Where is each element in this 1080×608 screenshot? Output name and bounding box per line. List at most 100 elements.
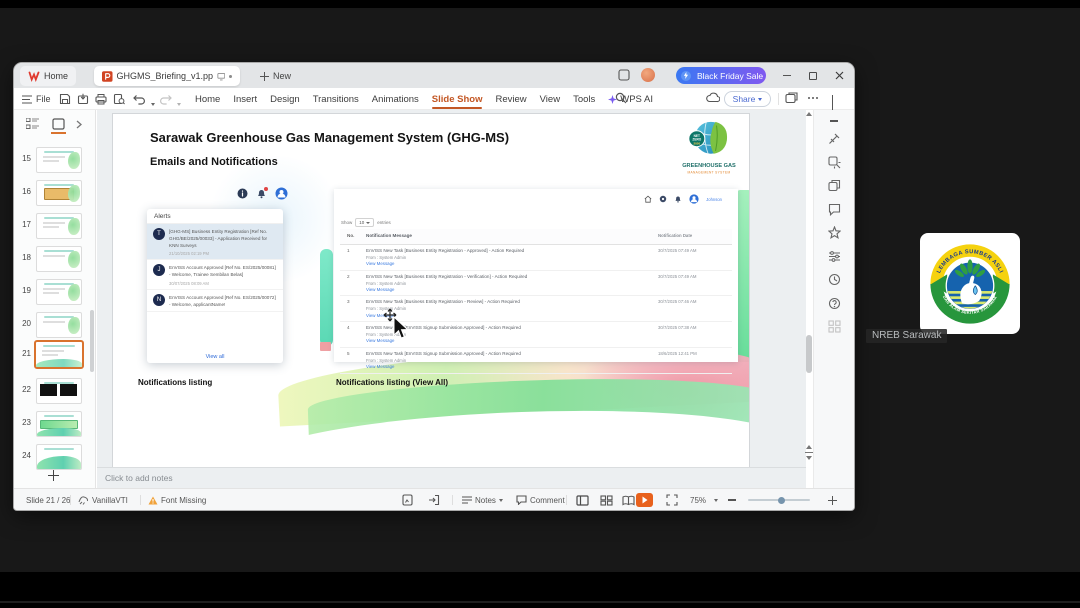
slide-thumbnail-15[interactable]: 15 [14,146,95,176]
share-button[interactable]: Share [724,91,771,107]
output-button[interactable] [76,92,90,106]
account-avatar[interactable] [641,68,655,82]
maximize-button[interactable] [804,67,821,84]
menu-insert[interactable]: Insert [233,94,257,105]
print-preview-button[interactable] [112,92,126,106]
reading-view-button[interactable] [622,489,635,511]
menu-slide-show[interactable]: Slide Show [431,94,482,109]
slide-counter[interactable]: Slide 21 / 26 [26,489,70,511]
info-icon [237,188,248,199]
task-pane-icon[interactable] [402,489,413,511]
history-clock-icon[interactable] [828,273,841,286]
sync-status-icon[interactable] [216,72,226,81]
caption-notifications-listing-view-all[interactable]: Notifications listing (View All) [336,378,448,387]
shapes-icon[interactable] [827,179,841,192]
switch-window-icon[interactable] [785,92,798,104]
ghg-ms-logo[interactable]: NET ZERO 2050 GREENHOUSE GAS MANAGEMENT … [679,119,739,185]
new-tab-button[interactable]: New [254,66,297,86]
zoom-slider-knob[interactable] [778,496,785,504]
apps-grid-icon[interactable] [827,320,841,333]
menu-home[interactable]: Home [195,94,220,105]
slide-thumbnail-19[interactable]: 19 [14,278,95,308]
undo-button[interactable] [132,92,146,106]
slideshow-play-button[interactable] [636,493,653,507]
close-button[interactable] [831,67,848,84]
zoom-out-button[interactable] [728,489,736,511]
slide-thumbnail-18[interactable]: 18 [14,245,95,275]
search-icon[interactable] [615,92,627,104]
slide-title[interactable]: Sarawak Greenhouse Gas Management System… [150,130,509,145]
document-vertical-scrollbar[interactable] [806,110,812,467]
theme-indicator[interactable]: VanillaVTI [78,489,128,511]
redo-button[interactable] [158,92,172,106]
thumbnail-scrollbar[interactable] [90,310,94,372]
modified-indicator-icon [229,74,232,78]
help-icon[interactable] [828,297,841,310]
notes-input-area[interactable]: Click to add notes [97,467,806,488]
import-export-icon[interactable] [428,489,440,511]
caption-notifications-listing[interactable]: Notifications listing [138,378,212,387]
more-options-icon[interactable] [808,97,818,99]
font-missing-warning[interactable]: Font Missing [148,489,206,511]
properties-sliders-icon[interactable] [828,250,841,263]
redo-dropdown-caret[interactable] [172,97,186,111]
slide-thumbnail-22[interactable]: 22 [14,377,95,407]
scrollbar-thumb[interactable] [806,335,812,373]
alert-item: J EnVISS Account Approved [Ref No. ES/20… [147,260,283,290]
scroll-up-arrow[interactable] [806,112,812,116]
file-menu-label: File [36,94,51,104]
presentation-file-icon [102,70,113,82]
outline-view-icon[interactable] [26,118,39,130]
favorites-star-icon[interactable] [827,226,841,240]
next-slide-button[interactable] [805,456,812,460]
collapse-pane-icon[interactable] [830,120,838,122]
participant-video-tile[interactable]: LEMBAGA SUMBER ASLI DAN ALAM SEKITAR SAR… [920,233,1020,334]
black-friday-sale-button[interactable]: Black Friday Sale [676,67,766,84]
save-button[interactable] [58,92,72,106]
add-slide-button[interactable] [44,468,62,482]
comment-button[interactable]: Comment [516,489,565,511]
file-menu-button[interactable]: File [22,88,51,110]
slide-sorter-view-button[interactable] [600,489,613,511]
zoom-slider[interactable] [748,496,810,504]
home-icon [644,195,652,203]
slide-thumbnail-21-selected[interactable]: 21 [14,340,95,371]
show-entries-control: Show 10 entries [341,218,391,227]
fit-slide-button[interactable] [666,489,678,511]
slide-subtitle[interactable]: Emails and Notifications [150,156,278,168]
tab-preview-icon[interactable] [618,69,630,81]
menu-design[interactable]: Design [270,94,300,105]
thumbnail-view-icon[interactable] [51,118,66,134]
home-tab[interactable]: Home [20,66,77,86]
menu-view[interactable]: View [540,94,560,105]
collapse-panel-chevron-icon[interactable] [76,120,82,129]
comment-pane-icon[interactable] [828,203,841,216]
menu-animations[interactable]: Animations [372,94,419,105]
previous-slide-button[interactable] [805,444,812,449]
notes-toggle-button[interactable]: Notes [462,489,503,511]
zoom-in-button[interactable] [828,489,837,511]
menu-transitions[interactable]: Transitions [313,94,359,105]
slide-thumbnail-23[interactable]: 23 [14,410,95,440]
slide-thumbnail-16[interactable]: 16 [14,179,95,209]
minimize-button[interactable] [778,67,795,84]
slide-21[interactable]: Sarawak Greenhouse Gas Management System… [112,113,750,467]
menu-tools[interactable]: Tools [573,94,595,105]
table-row: 5 EnVISS New Task [EnVISS Signup Submiss… [340,348,732,374]
slide-thumbnail-20[interactable]: 20 [14,311,95,341]
menu-bar: Home Insert Design Transitions Animation… [195,88,653,110]
document-tab[interactable]: GHGMS_Briefing_v1.pptx [94,66,240,86]
normal-view-button[interactable] [576,489,589,511]
zoom-caret[interactable] [714,489,718,511]
bottom-strip [0,601,1080,603]
alert-text: [GHG-MS] Business Entity Registration [R… [169,229,268,249]
cloud-sync-icon[interactable] [706,92,720,103]
alerts-dropdown-screenshot[interactable]: Alerts T [GHG-MS] Business Entity Regist… [147,209,283,363]
print-button[interactable] [94,92,108,106]
design-tools-icon[interactable] [828,132,841,145]
slide-thumbnail-17[interactable]: 17 [14,212,95,242]
zoom-level[interactable]: 75% [690,489,706,511]
menu-review[interactable]: Review [495,94,526,105]
warning-icon [148,496,158,504]
animation-pane-icon[interactable] [827,156,841,169]
